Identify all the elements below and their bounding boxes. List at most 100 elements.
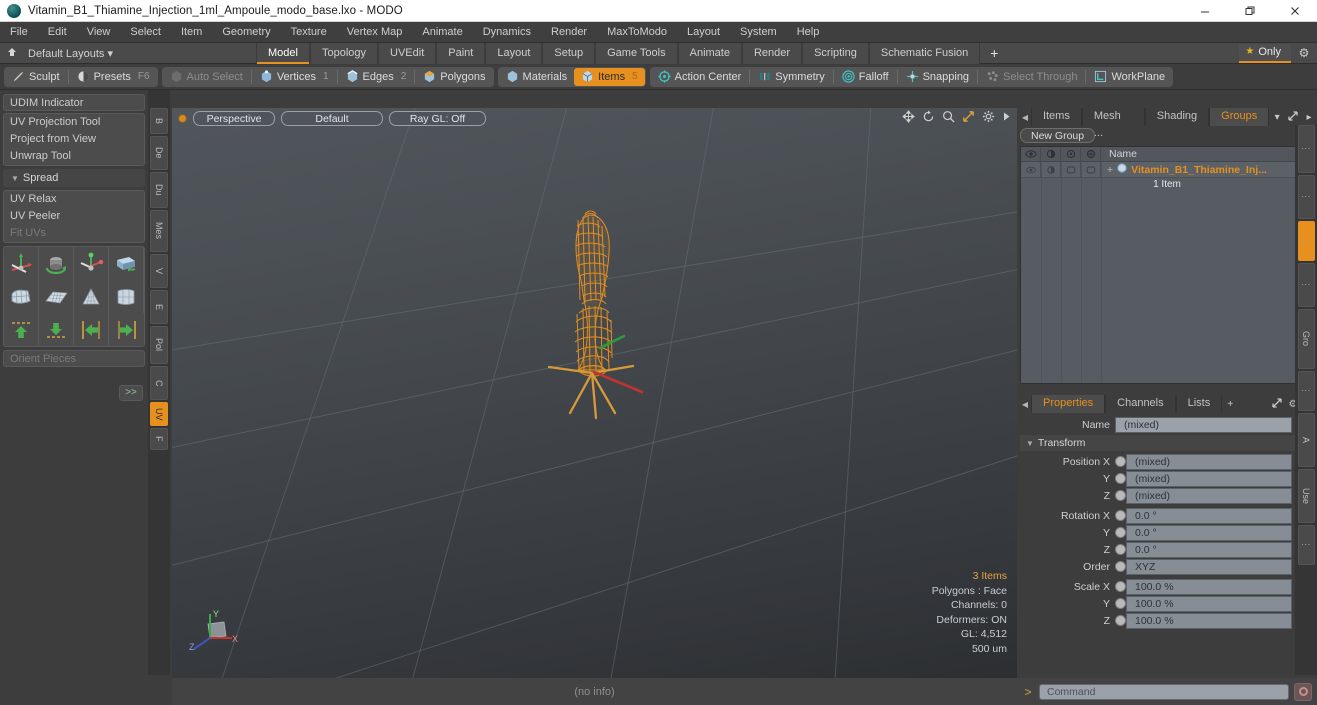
position-z-field[interactable]: (mixed)	[1126, 487, 1292, 504]
viewport-menu-arrow-icon[interactable]	[1002, 111, 1011, 122]
layout-tab-setup[interactable]: Setup	[542, 42, 596, 64]
uv-fit-icon[interactable]	[109, 247, 144, 280]
shading-icon[interactable]	[1061, 146, 1081, 162]
right-tab-mesh[interactable]: Mesh ...	[1081, 108, 1145, 139]
expand-panel-icon[interactable]	[1285, 110, 1301, 125]
rvtab-3-selected[interactable]: ⋮	[1297, 221, 1315, 261]
menu-item-dynamics[interactable]: Dynamics	[473, 22, 541, 43]
vtab-uv[interactable]: UV	[150, 402, 168, 426]
layout-tab-schematic-fusion[interactable]: Schematic Fusion	[868, 42, 981, 64]
menu-item-help[interactable]: Help	[787, 22, 830, 43]
uv-move-icon[interactable]	[74, 247, 109, 280]
rvtab-1[interactable]: ⋮	[1297, 125, 1315, 173]
menu-item-file[interactable]: File	[0, 22, 38, 43]
rotation-y-key-circle[interactable]	[1115, 527, 1126, 538]
menu-item-texture[interactable]: Texture	[281, 22, 337, 43]
only-toggle[interactable]: ★ Only	[1239, 43, 1291, 63]
rotation-z-key-circle[interactable]	[1115, 544, 1126, 555]
right-tab-shading[interactable]: Shading	[1144, 108, 1210, 126]
row-wireframe-toggle[interactable]	[1081, 162, 1101, 177]
minimize-button[interactable]	[1182, 0, 1227, 22]
scale-y-key-circle[interactable]	[1115, 598, 1126, 609]
3d-viewport[interactable]: Perspective Default Ray GL: Off Y X Z 3 …	[172, 108, 1017, 678]
menu-item-item[interactable]: Item	[171, 22, 212, 43]
position-y-key-circle[interactable]	[1115, 473, 1126, 484]
layout-tab-model[interactable]: Model	[256, 42, 310, 64]
home-icon[interactable]	[0, 46, 24, 61]
viewport-raygl-button[interactable]: Ray GL: Off	[389, 111, 486, 126]
vtab-polygon[interactable]: Pol	[150, 326, 168, 364]
list-item[interactable]: + Vitamin_B1_Thiamine_Inj...	[1101, 162, 1267, 177]
rvtab-assembly[interactable]: A	[1297, 413, 1315, 467]
position-y-field[interactable]: (mixed)	[1126, 470, 1292, 487]
action-center-button[interactable]: Action Center	[651, 68, 749, 86]
vtab-vertex[interactable]: V	[150, 254, 168, 288]
rotate-view-icon[interactable]	[922, 110, 935, 123]
expand-properties-icon[interactable]	[1269, 397, 1285, 412]
rvtab-2[interactable]: ⋮	[1297, 175, 1315, 219]
project-from-view-row[interactable]: Project from View	[4, 131, 144, 148]
align-up-icon[interactable]	[4, 313, 39, 346]
snapping-button[interactable]: Snapping	[899, 68, 977, 86]
row-visibility-toggle[interactable]	[1021, 162, 1041, 177]
viewport-shading-button[interactable]: Default	[281, 111, 383, 126]
select-through-button[interactable]: Select Through	[979, 68, 1084, 86]
vtab-deform[interactable]: De	[150, 136, 168, 170]
panel-arrow-icon[interactable]: ▸	[1301, 112, 1317, 123]
edges-button[interactable]: Edges 2	[339, 68, 414, 86]
row-render-toggle[interactable]	[1041, 162, 1061, 177]
scale-x-key-circle[interactable]	[1115, 581, 1126, 592]
properties-collapse-icon[interactable]: ◀	[1019, 400, 1031, 409]
scale-z-field[interactable]: 100.0 %	[1126, 612, 1292, 629]
viewport-indicator-dot[interactable]	[178, 114, 187, 123]
row-shading-toggle[interactable]	[1061, 162, 1081, 177]
order-key-circle[interactable]	[1115, 561, 1126, 572]
scale-z-key-circle[interactable]	[1115, 615, 1126, 626]
tab-properties[interactable]: Properties	[1031, 395, 1106, 413]
rotation-z-field[interactable]: 0.0 °	[1126, 541, 1292, 558]
workplane-button[interactable]: WorkPlane	[1087, 68, 1172, 86]
polygons-button[interactable]: Polygons	[416, 68, 492, 86]
layout-tab-topology[interactable]: Topology	[309, 42, 379, 64]
layout-tab-uvedit[interactable]: UVEdit	[378, 42, 437, 64]
uv-relax-row[interactable]: UV Relax	[4, 191, 144, 208]
rvtab-6[interactable]: ⋮	[1297, 371, 1315, 411]
materials-button[interactable]: Materials	[499, 68, 575, 86]
uv-transform-icon[interactable]	[4, 247, 39, 280]
viewport-view-mode-button[interactable]: Perspective	[193, 111, 275, 126]
right-tab-groups[interactable]: Groups	[1209, 108, 1270, 126]
symmetry-button[interactable]: Symmetry	[751, 68, 832, 86]
menu-item-edit[interactable]: Edit	[38, 22, 77, 43]
command-input[interactable]: Command	[1039, 683, 1289, 700]
menu-item-view[interactable]: View	[77, 22, 121, 43]
layout-tab-game-tools[interactable]: Game Tools	[595, 42, 678, 64]
name-field[interactable]: (mixed)	[1115, 416, 1292, 433]
rvtab-user[interactable]: Use	[1297, 469, 1315, 523]
tab-lists[interactable]: Lists	[1175, 395, 1223, 413]
chevron-down-icon[interactable]: ▾	[1269, 112, 1285, 123]
vtab-fur[interactable]: F	[150, 428, 168, 450]
vtab-basic[interactable]: B	[150, 108, 168, 134]
vtab-edge[interactable]: E	[150, 290, 168, 324]
udim-indicator-row[interactable]: UDIM Indicator	[3, 94, 145, 111]
tree-expander[interactable]: +	[1107, 164, 1113, 176]
vertices-button[interactable]: Vertices 1	[253, 68, 336, 86]
rvtab-4[interactable]: ⋮	[1297, 263, 1315, 307]
uv-unwrap-mesh-icon[interactable]	[4, 280, 39, 313]
scale-x-field[interactable]: 100.0 %	[1126, 578, 1292, 595]
vitamin-b1-ampoule-wireframe-model[interactable]	[172, 108, 1017, 678]
uv-rotate-icon[interactable]	[39, 247, 74, 280]
add-layout-button[interactable]: +	[980, 43, 1008, 64]
presets-button[interactable]: Presets F6	[70, 68, 157, 86]
record-icon[interactable]	[1294, 682, 1312, 701]
spread-section-header[interactable]: ▼ Spread	[3, 169, 145, 187]
gear-icon[interactable]: ⚙	[1291, 46, 1317, 60]
menu-item-vertex-map[interactable]: Vertex Map	[337, 22, 413, 43]
left-panel-more-button[interactable]: >>	[119, 385, 143, 401]
menu-item-layout[interactable]: Layout	[677, 22, 730, 43]
menu-item-system[interactable]: System	[730, 22, 787, 43]
add-properties-tab-button[interactable]: +	[1222, 399, 1238, 410]
scale-y-field[interactable]: 100.0 %	[1126, 595, 1292, 612]
default-layouts-dropdown[interactable]: Default Layouts ▾	[24, 47, 256, 60]
tab-channels[interactable]: Channels	[1105, 395, 1176, 413]
